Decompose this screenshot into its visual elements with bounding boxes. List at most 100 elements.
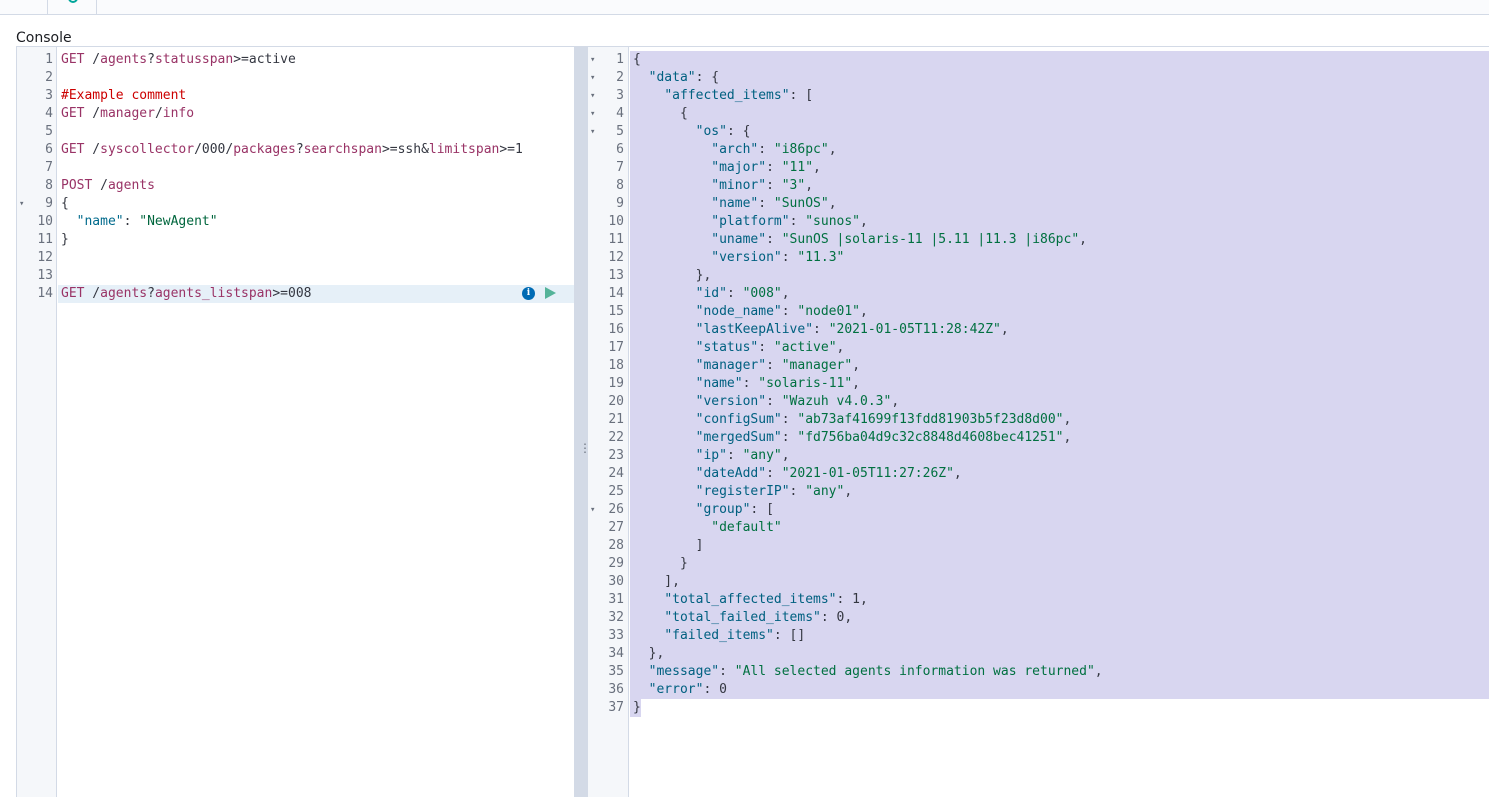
response_viewer-code-line: "total_affected_items": 1,: [664, 592, 868, 607]
response_viewer-line-number: 11: [608, 232, 624, 247]
request_editor-line-number: 3: [45, 88, 53, 103]
page-title: Console: [16, 30, 72, 46]
response_viewer-code-line: "data": {: [648, 70, 720, 85]
request_editor-code-line: GET /agents?agents_listspan>=008: [61, 286, 312, 301]
response_viewer-line-number: 29: [608, 556, 624, 571]
response_viewer-code-line: {: [633, 52, 641, 67]
response_viewer-line-number: 13: [608, 268, 624, 283]
request_editor-code-line: GET /manager/info: [61, 106, 195, 121]
response_viewer-code-line: "major": "11",: [711, 160, 821, 175]
pane-resize-handle[interactable]: ⋮: [574, 46, 591, 797]
response_viewer-code-line: "message": "All selected agents informat…: [648, 664, 1103, 679]
fold-toggle-icon[interactable]: ▾: [590, 69, 595, 87]
response_viewer-code-line: "uname": "SunOS |solaris-11 |5.11 |11.3 …: [711, 232, 1087, 247]
response_viewer-code-line: "status": "active",: [695, 340, 845, 355]
request_editor-line-number: 10: [37, 214, 53, 229]
response_viewer-code-line: "minor": "3",: [711, 178, 814, 193]
fold-toggle-icon[interactable]: ▾: [590, 105, 595, 123]
response_viewer-code-line: "default": [711, 520, 782, 535]
request_editor-code-line: {: [61, 196, 69, 211]
response_viewer-line-number: 35: [608, 664, 624, 679]
response_viewer-code-line: "configSum": "ab73af41699f13fdd81903b5f2…: [695, 412, 1072, 427]
request_editor-line-number: 13: [37, 268, 53, 283]
response_viewer-code-line: "name": "solaris-11",: [695, 376, 860, 391]
tab-2[interactable]: [48, 0, 97, 14]
response_viewer-line-number: 33: [608, 628, 624, 643]
response_viewer-code-line: "affected_items": [: [664, 88, 814, 103]
response_viewer-code-line: "platform": "sunos",: [711, 214, 868, 229]
request_editor-line-number: 1: [45, 52, 53, 67]
response_viewer-line-number: 20: [608, 394, 624, 409]
response_viewer-code-line: "group": [: [695, 502, 774, 517]
response_viewer-code-line: "os": {: [695, 124, 751, 139]
tab-1[interactable]: [0, 0, 48, 14]
response_viewer-line-number: 16: [608, 322, 624, 337]
response_viewer-code-line: "dateAdd": "2021-01-05T11:27:26Z",: [695, 466, 962, 481]
response_viewer-line-number: 30: [608, 574, 624, 589]
response_viewer-code-line: {: [633, 106, 688, 121]
request_editor-code-line: #Example comment: [61, 88, 187, 103]
request_editor-line-number: 8: [45, 178, 53, 193]
request_editor-code-line: POST /agents: [61, 178, 155, 193]
play-icon[interactable]: [545, 287, 556, 299]
request_editor-code-line: GET /agents?statusspan>=active: [61, 52, 296, 67]
response_viewer-code-line: "name": "SunOS",: [711, 196, 837, 211]
response_viewer-line-number: 10: [608, 214, 624, 229]
request_editor-code-line: }: [61, 232, 69, 247]
response_viewer-line-number: 8: [616, 178, 624, 193]
response_viewer-line-number: 18: [608, 358, 624, 373]
response_viewer-line-number: 32: [608, 610, 624, 625]
response_viewer-code-line: "registerIP": "any",: [695, 484, 853, 499]
response_viewer-line-number: 28: [608, 538, 624, 553]
response_viewer-code-line: "failed_items": []: [664, 628, 806, 643]
response_viewer-code-line: "version": "11.3": [711, 250, 845, 265]
fold-toggle-icon[interactable]: ▾: [590, 87, 595, 105]
request_editor-code-line: "name": "NewAgent": [76, 214, 218, 229]
request_editor-code-line: GET /syscollector/000/packages?searchspa…: [61, 142, 523, 157]
top-tab-bar: [0, 0, 1489, 15]
request_editor-line-number: 14: [37, 286, 53, 301]
response_viewer-line-number: 14: [608, 286, 624, 301]
response_viewer-line-number: 7: [616, 160, 624, 175]
request_editor-line-number: 4: [45, 106, 53, 121]
fold-toggle-icon[interactable]: ▾: [590, 501, 595, 519]
response_viewer-code-line: }: [633, 700, 641, 715]
request_editor-line-number: 2: [45, 70, 53, 85]
response_viewer-code-line: "ip": "any",: [695, 448, 790, 463]
response_viewer-line-number: 37: [608, 700, 624, 715]
response_viewer-code-line: ]: [633, 538, 704, 553]
info-icon[interactable]: i: [522, 287, 535, 300]
response_viewer-line-number: 25: [608, 484, 624, 499]
fold-toggle-icon[interactable]: ▾: [19, 195, 24, 213]
response_viewer-code-line: "lastKeepAlive": "2021-01-05T11:28:42Z",: [695, 322, 1009, 337]
request_editor-line-number: 11: [37, 232, 53, 247]
response_viewer-line-number: 12: [608, 250, 624, 265]
request_editor-line-number: 5: [45, 124, 53, 139]
request_editor-line-number: 12: [37, 250, 53, 265]
fold-toggle-icon[interactable]: ▾: [590, 51, 595, 69]
response_viewer-line-number: 23: [608, 448, 624, 463]
response_viewer-line-number: 24: [608, 466, 624, 481]
response_viewer-line-number: 34: [608, 646, 624, 661]
response_viewer-line-number: 22: [608, 430, 624, 445]
response_viewer-code-line: "arch": "i86pc",: [711, 142, 837, 157]
response_viewer-line-number: 15: [608, 304, 624, 319]
response_viewer-line-number: 9: [616, 196, 624, 211]
response_viewer-line-number: 17: [608, 340, 624, 355]
response_viewer-code-line: "mergedSum": "fd756ba04d9c32c8848d4608be…: [695, 430, 1072, 445]
response_viewer-line-number: 21: [608, 412, 624, 427]
request_editor-line-number: 6: [45, 142, 53, 157]
response_viewer-code-line: ],: [633, 574, 680, 589]
request-editor[interactable]: 1 GET /agents?statusspan>=active 2 3 #Exampl…: [16, 46, 574, 797]
request_editor-line-number: 7: [45, 160, 53, 175]
response-viewer[interactable]: 1 ▾{2 ▾ "data": {3 ▾ "affected_items": [4 ▾ …: [588, 46, 1489, 797]
response_viewer-code-line: "node_name": "node01",: [695, 304, 868, 319]
response_viewer-line-number: 19: [608, 376, 624, 391]
response_viewer-line-number: 6: [616, 142, 624, 157]
fold-toggle-icon[interactable]: ▾: [590, 123, 595, 141]
response_viewer-line-number: 31: [608, 592, 624, 607]
vertical-grip-icon: ⋮: [579, 441, 591, 455]
response_viewer-code-line: },: [633, 646, 665, 661]
response_viewer-code-line: "version": "Wazuh v4.0.3",: [695, 394, 900, 409]
response_viewer-code-line: "id": "008",: [695, 286, 790, 301]
